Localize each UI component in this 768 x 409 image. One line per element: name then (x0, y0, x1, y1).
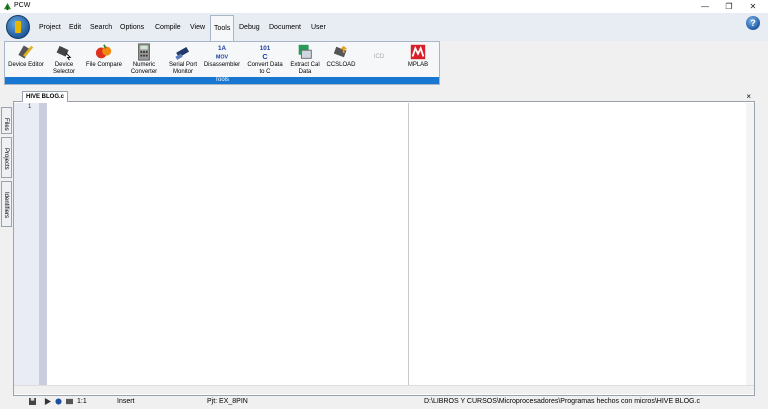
tool-label: Converter (130, 69, 158, 75)
menu-document[interactable]: Document (269, 24, 301, 31)
tool-label: CCSLOAD (326, 62, 356, 68)
side-tab-label: Files (3, 118, 9, 131)
window-title: PCW (14, 2, 31, 9)
orb-icon (15, 21, 21, 33)
project-name: Pjt: EX_8PIN (207, 398, 248, 405)
cursor-position: 1:1 (77, 398, 87, 405)
status-bar: 1:1 Insert Pjt: EX_8PIN D:\LIBROS Y CURS… (0, 396, 768, 409)
side-tab-label: Projects (3, 148, 9, 170)
convert-icon-top: 101 (260, 45, 271, 52)
file-path: D:\LIBROS Y CURSOS\Microprocesadores\Pro… (424, 398, 700, 405)
disassembler-icon: 1A MOV (216, 45, 229, 60)
disassembler-button[interactable]: 1A MOV Disassembler (203, 43, 241, 69)
close-tab-icon[interactable]: × (746, 92, 751, 101)
tool-label: Numeric (132, 62, 156, 68)
tool-label: File Compare (85, 62, 122, 68)
ccsload-button[interactable]: CCSLOAD (325, 43, 357, 69)
side-tab-files[interactable]: Files (1, 107, 12, 134)
tool-label: Serial Port (168, 62, 197, 68)
disasm-icon-bottom: MOV (216, 54, 229, 60)
side-tab-label: Identifiers (3, 192, 9, 219)
device-editor-button[interactable]: Device Editor (6, 43, 46, 69)
tool-label: Disassembler (203, 62, 241, 68)
menu-user[interactable]: User (311, 24, 326, 31)
menu-edit[interactable]: Edit (69, 24, 81, 31)
tool-label: Selector (52, 69, 75, 75)
tool-label: Device (54, 62, 74, 68)
ccsload-icon (333, 45, 348, 58)
tool-label: Convert Data (247, 62, 283, 68)
menu-project[interactable]: Project (39, 24, 61, 31)
tool-label: Data (298, 69, 312, 75)
fold-margin (39, 103, 47, 385)
convert-data-icon: 101 C (260, 45, 271, 61)
mplab-icon (410, 44, 426, 60)
menu-tools[interactable]: Tools (210, 15, 235, 42)
close-button[interactable]: ✕ (742, 0, 764, 13)
vertical-scrollbar[interactable] (746, 103, 754, 385)
side-tab-identifiers[interactable]: Identifiers (1, 181, 12, 227)
title-bar: PCW — ❐ ✕ (0, 0, 768, 13)
save-icon[interactable] (29, 398, 36, 405)
device-editor-icon (18, 45, 34, 59)
help-button[interactable]: ? (746, 16, 760, 30)
line-number-gutter (14, 103, 39, 385)
icd-button: ICD (367, 54, 391, 61)
minimize-button[interactable]: — (694, 0, 716, 13)
menu-search[interactable]: Search (90, 24, 112, 31)
menu-view[interactable]: View (190, 24, 205, 31)
pcw-app-icon (3, 2, 12, 11)
code-editor[interactable] (13, 91, 755, 396)
app-orb-button[interactable] (6, 15, 30, 39)
line-number: 1 (28, 104, 32, 110)
calculator-icon (138, 43, 150, 61)
menu-options[interactable]: Options (120, 24, 144, 31)
stop-icon[interactable] (66, 398, 73, 405)
tool-label: Device Editor (8, 62, 44, 68)
menu-bar: Project Edit Search Options Compile View… (0, 13, 768, 42)
disasm-icon-top: 1A (218, 45, 227, 52)
tool-label: ICD (373, 54, 385, 60)
tool-label: to C (259, 69, 271, 75)
editor-split-divider[interactable] (408, 103, 409, 385)
device-selector-button[interactable]: Device Selector (47, 43, 81, 76)
restore-button[interactable]: ❐ (718, 0, 740, 13)
record-icon[interactable] (55, 398, 62, 405)
tool-label: MPLAB (407, 62, 429, 68)
editor-tabstrip: HIVE BLOG.c × (13, 91, 755, 102)
mplab-button[interactable]: MPLAB (403, 43, 433, 69)
numeric-converter-button[interactable]: Numeric Converter (127, 43, 161, 76)
convert-icon-bottom: C (262, 52, 267, 61)
device-selector-icon (56, 45, 72, 61)
serial-port-icon (175, 46, 190, 60)
tool-label: Extract Cal (290, 62, 320, 68)
file-compare-button[interactable]: File Compare (83, 43, 125, 69)
tools-ribbon: Device Editor Device Selector File Compa… (4, 41, 440, 85)
tool-label: Monitor (172, 69, 193, 75)
side-tab-projects[interactable]: Projects (1, 137, 12, 178)
serial-port-monitor-button[interactable]: Serial Port Monitor (165, 43, 201, 76)
play-icon[interactable] (44, 398, 51, 405)
extract-cal-icon (298, 44, 312, 59)
convert-data-to-c-button[interactable]: 101 C Convert Data to C (243, 43, 287, 76)
extract-cal-data-button[interactable]: Extract Cal Data (287, 43, 323, 76)
horizontal-scrollbar[interactable] (14, 385, 754, 394)
insert-mode: Insert (117, 398, 135, 405)
menu-compile[interactable]: Compile (155, 24, 181, 31)
menu-debug[interactable]: Debug (239, 24, 260, 31)
file-tab-hive-blog[interactable]: HIVE BLOG.c (22, 91, 69, 102)
ribbon-group-caption: Tools (5, 77, 439, 84)
file-compare-icon (95, 44, 112, 59)
